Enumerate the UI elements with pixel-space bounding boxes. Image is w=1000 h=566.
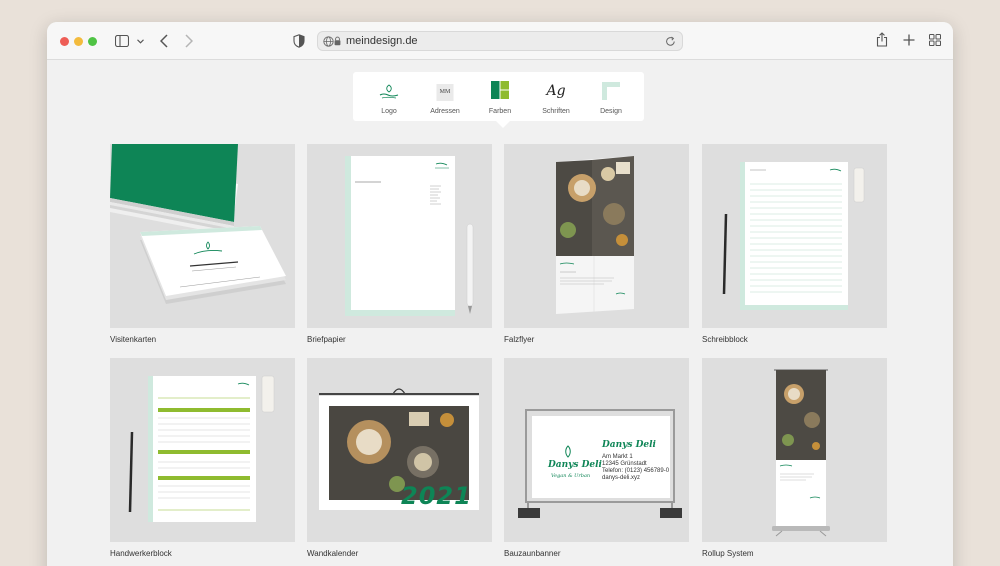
tab-logo-label: Logo: [381, 108, 397, 115]
design-corner-icon: [602, 82, 620, 100]
privacy-shield-icon[interactable]: [293, 34, 305, 48]
notepad-image: [722, 162, 865, 310]
folded-flyer-image: [556, 156, 634, 314]
card-label: Rollup System: [702, 549, 754, 558]
share-icon[interactable]: [876, 32, 888, 47]
business-card-stack-image: [110, 144, 286, 304]
tab-design[interactable]: Design: [583, 72, 639, 121]
handwerkerblock-thumbnail[interactable]: [110, 358, 295, 542]
lock-icon: [334, 36, 341, 46]
card-label: Wandkalender: [307, 549, 359, 558]
url-text: meindesign.de: [346, 35, 418, 47]
rollup-banner-image: [772, 369, 830, 537]
letterhead-image: [345, 156, 474, 316]
wandkalender-thumbnail[interactable]: 2021: [307, 358, 492, 542]
font-ag-icon: Ag: [546, 83, 566, 99]
visitenkarten-thumbnail[interactable]: [110, 144, 295, 328]
falzflyer-thumbnail[interactable]: [504, 144, 689, 328]
close-window-button[interactable]: [60, 37, 69, 46]
banner-brand-name: Danys Deli: [548, 460, 602, 470]
tab-design-label: Design: [600, 108, 622, 115]
card-label: Briefpapier: [307, 335, 346, 344]
card-label: Schreibblock: [702, 335, 748, 344]
back-icon[interactable]: [160, 34, 168, 48]
card-label: Visitenkarten: [110, 335, 157, 344]
wall-calendar-image: [319, 388, 479, 510]
banner-heading: Danys Deli: [602, 440, 656, 450]
active-tab-pointer: [495, 120, 511, 128]
forward-icon[interactable]: [185, 34, 193, 48]
schreibblock-thumbnail[interactable]: [702, 144, 887, 328]
zoom-window-button[interactable]: [88, 37, 97, 46]
address-bar[interactable]: meindesign.de: [317, 31, 683, 51]
card-label: Handwerkerblock: [110, 549, 172, 558]
reload-icon[interactable]: [665, 36, 676, 47]
fence-banner-image: [518, 409, 682, 518]
tab-schriften-label: Schriften: [542, 108, 570, 115]
tab-farben-label: Farben: [488, 108, 512, 115]
calendar-year: 2021: [401, 482, 472, 510]
banner-address-line: danys-deli.xyz: [602, 475, 641, 481]
tab-logo[interactable]: Logo: [361, 72, 417, 121]
sidebar-icon[interactable]: [115, 35, 129, 47]
new-tab-icon[interactable]: [903, 34, 915, 46]
globe-icon: [323, 36, 334, 47]
browser-window: meindesign.de Logo MM Adressen Farben Ag…: [47, 22, 953, 566]
rollup-system-thumbnail[interactable]: [702, 358, 887, 542]
tab-farben[interactable]: Farben: [472, 72, 528, 121]
tab-schriften[interactable]: Ag Schriften: [528, 72, 584, 121]
chevron-down-icon[interactable]: [137, 39, 144, 44]
card-label: Falzflyer: [504, 335, 535, 344]
color-swatch-icon: [491, 81, 509, 99]
craftsman-pad-image: [128, 375, 275, 522]
logo-mark-icon: [379, 84, 399, 99]
design-category-tabs: Logo MM Adressen Farben Ag Schriften Des…: [353, 72, 644, 128]
banner-tagline: Vegan & Urban: [551, 473, 591, 479]
tab-overview-icon[interactable]: [929, 34, 941, 46]
tab-adressen[interactable]: MM Adressen: [417, 72, 473, 121]
mm-monogram-icon: MM: [436, 84, 454, 101]
bauzaunbanner-thumbnail[interactable]: Danys Deli Vegan & Urban Danys Deli Am M…: [504, 358, 689, 542]
tab-adressen-label: Adressen: [430, 108, 460, 115]
minimize-window-button[interactable]: [74, 37, 83, 46]
card-label: Bauzaunbanner: [504, 549, 561, 558]
briefpapier-thumbnail[interactable]: [307, 144, 492, 328]
browser-toolbar: meindesign.de: [47, 22, 953, 60]
